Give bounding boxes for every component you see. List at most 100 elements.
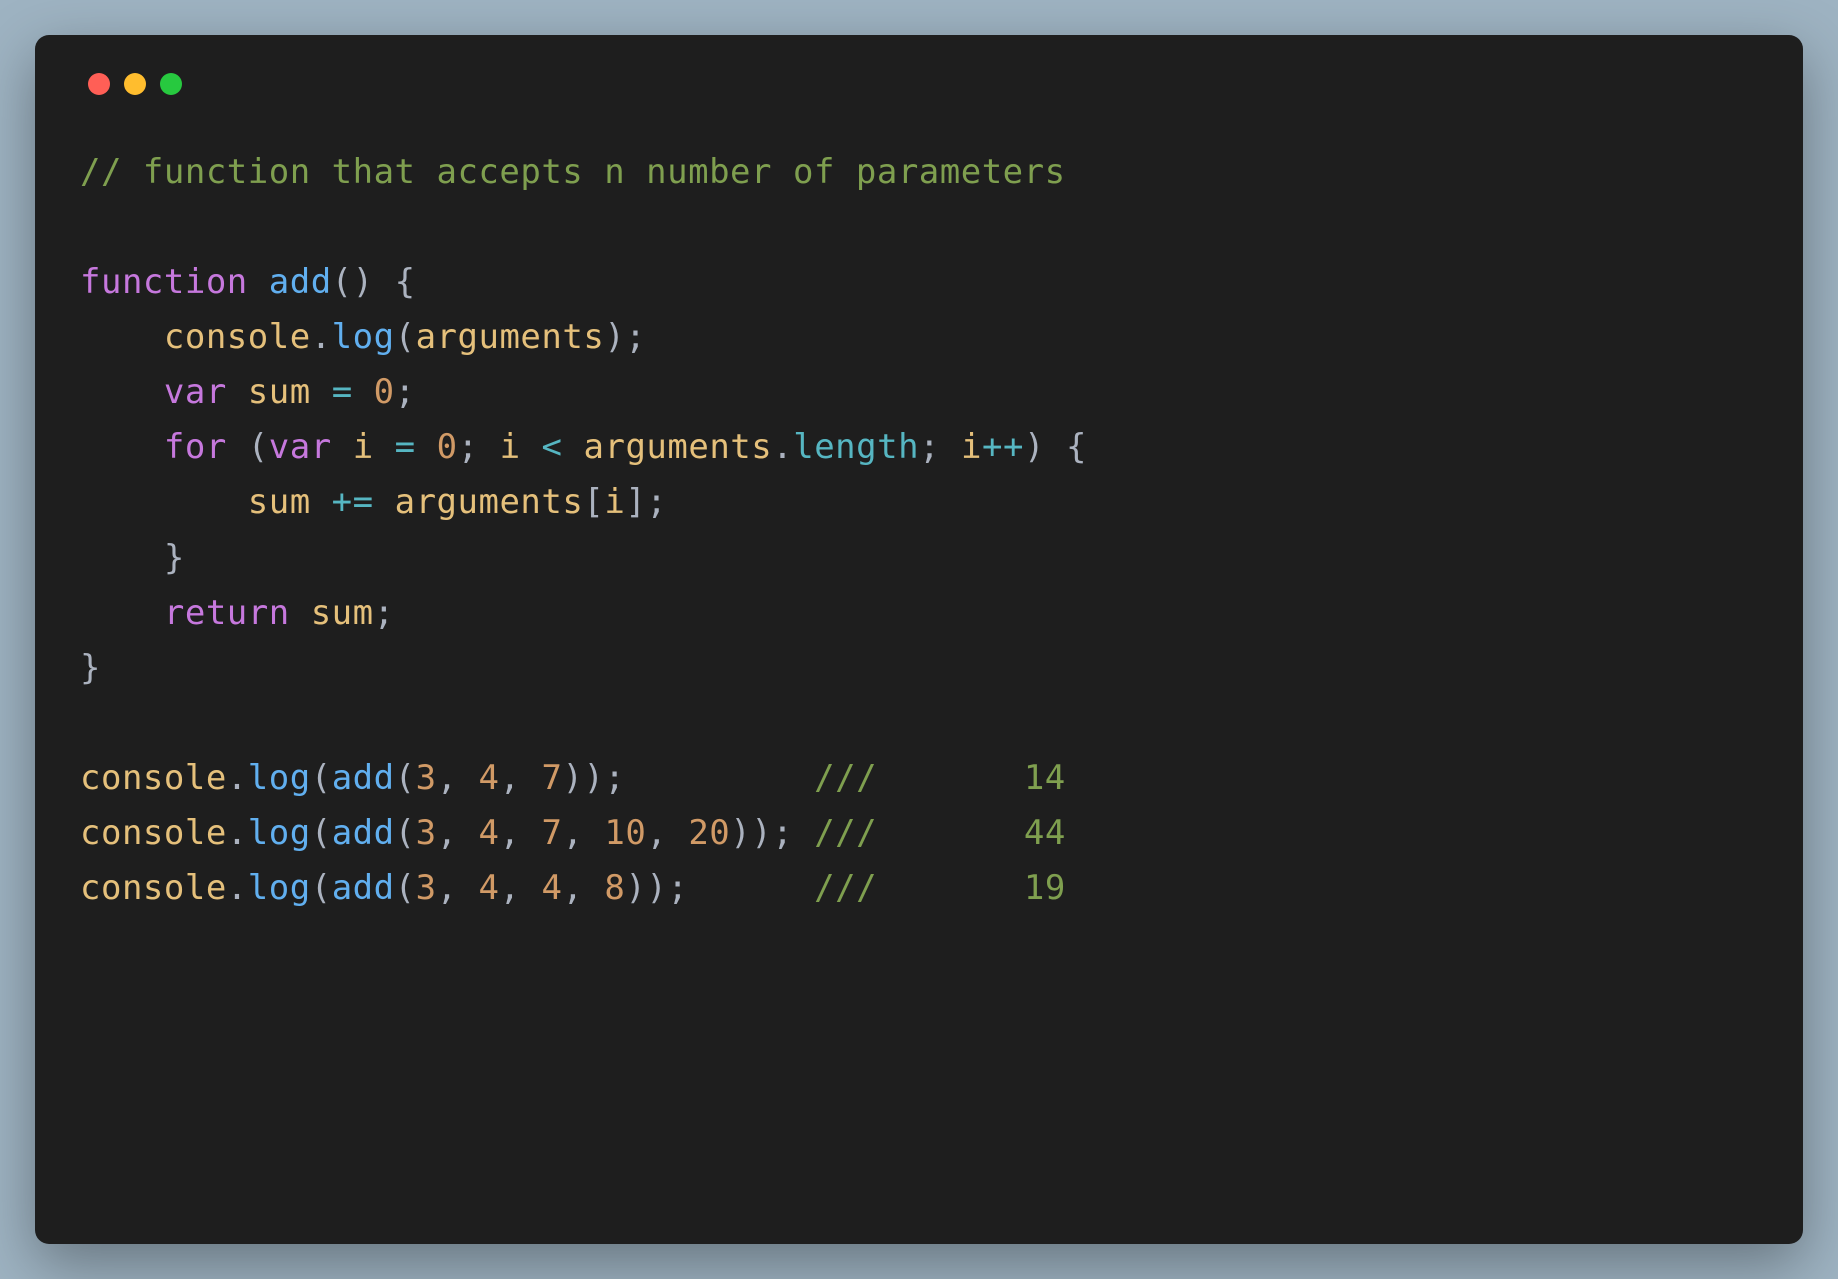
keyword-var: var	[164, 372, 227, 412]
comma: ,	[562, 813, 604, 853]
prop-length: length	[793, 427, 919, 467]
paren-open: (	[311, 758, 332, 798]
paren-close: )	[562, 758, 583, 798]
method-log: log	[332, 317, 395, 357]
method-log: log	[248, 868, 311, 908]
comma: ,	[437, 868, 479, 908]
zoom-icon[interactable]	[160, 73, 182, 95]
method-log: log	[248, 758, 311, 798]
semicolon: ;	[458, 427, 479, 467]
dot: .	[227, 813, 248, 853]
comma: ,	[437, 813, 479, 853]
number: 4	[541, 868, 562, 908]
ident-arguments: arguments	[584, 427, 773, 467]
traffic-lights	[80, 65, 1758, 95]
keyword-var: var	[269, 427, 332, 467]
code-comment: /// 19	[814, 868, 1066, 908]
number: 4	[479, 868, 500, 908]
op-assign: =	[395, 427, 416, 467]
ident-sum: sum	[311, 593, 374, 633]
ident-console: console	[80, 868, 227, 908]
close-icon[interactable]	[88, 73, 110, 95]
comma: ,	[646, 813, 688, 853]
bracket-close: ]	[625, 482, 646, 522]
dot: .	[311, 317, 332, 357]
paren-open: (	[395, 317, 416, 357]
dot: .	[772, 427, 793, 467]
ident-console: console	[80, 813, 227, 853]
number: 10	[604, 813, 646, 853]
code-window: // function that accepts n number of par…	[35, 35, 1803, 1244]
comma: ,	[500, 868, 542, 908]
paren-close: )	[604, 317, 625, 357]
paren-close: )	[730, 813, 751, 853]
number-zero: 0	[374, 372, 395, 412]
minimize-icon[interactable]	[124, 73, 146, 95]
ident-i: i	[604, 482, 625, 522]
number-zero: 0	[437, 427, 458, 467]
number: 7	[541, 813, 562, 853]
number: 3	[416, 868, 437, 908]
keyword-for: for	[164, 427, 227, 467]
comma: ,	[500, 758, 542, 798]
brace-close: }	[164, 538, 185, 578]
brace-close: }	[80, 648, 101, 688]
comma: ,	[437, 758, 479, 798]
ident-arguments: arguments	[416, 317, 605, 357]
paren-open: (	[248, 427, 269, 467]
semicolon: ;	[604, 758, 625, 798]
call-add: add	[332, 758, 395, 798]
paren-open: (	[395, 758, 416, 798]
brace-open: {	[395, 262, 416, 302]
op-assign: =	[332, 372, 353, 412]
op-plus-assign: +=	[332, 482, 374, 522]
bracket-open: [	[583, 482, 604, 522]
call-add: add	[332, 813, 395, 853]
keyword-return: return	[164, 593, 290, 633]
paren-close: )	[1024, 427, 1045, 467]
number: 20	[688, 813, 730, 853]
code-comment: /// 44	[814, 813, 1066, 853]
method-log: log	[248, 813, 311, 853]
code-editor[interactable]: // function that accepts n number of par…	[80, 145, 1758, 916]
ident-sum: sum	[248, 482, 311, 522]
ident-sum: sum	[248, 372, 311, 412]
ident-i: i	[961, 427, 982, 467]
ident-console: console	[80, 758, 227, 798]
semicolon: ;	[374, 593, 395, 633]
comma: ,	[562, 868, 604, 908]
dot: .	[227, 758, 248, 798]
semicolon: ;	[772, 813, 793, 853]
paren-close: )	[646, 868, 667, 908]
paren-close: )	[353, 262, 374, 302]
paren-open: (	[332, 262, 353, 302]
number: 3	[416, 758, 437, 798]
op-inc: ++	[982, 427, 1024, 467]
paren-close: )	[583, 758, 604, 798]
semicolon: ;	[625, 317, 646, 357]
dot: .	[227, 868, 248, 908]
op-lt: <	[542, 427, 563, 467]
semicolon: ;	[919, 427, 940, 467]
semicolon: ;	[395, 372, 416, 412]
comma: ,	[500, 813, 542, 853]
semicolon: ;	[667, 868, 688, 908]
number: 4	[479, 813, 500, 853]
ident-console: console	[164, 317, 311, 357]
function-name: add	[269, 262, 332, 302]
paren-open: (	[311, 813, 332, 853]
code-comment: // function that accepts n number of par…	[80, 152, 1066, 192]
ident-i: i	[500, 427, 521, 467]
number: 3	[416, 813, 437, 853]
ident-i: i	[353, 427, 374, 467]
paren-close: )	[751, 813, 772, 853]
number: 7	[541, 758, 562, 798]
ident-arguments: arguments	[395, 482, 584, 522]
number: 8	[604, 868, 625, 908]
paren-close: )	[625, 868, 646, 908]
paren-open: (	[311, 868, 332, 908]
number: 4	[479, 758, 500, 798]
paren-open: (	[395, 813, 416, 853]
code-comment: /// 14	[814, 758, 1066, 798]
keyword-function: function	[80, 262, 248, 302]
